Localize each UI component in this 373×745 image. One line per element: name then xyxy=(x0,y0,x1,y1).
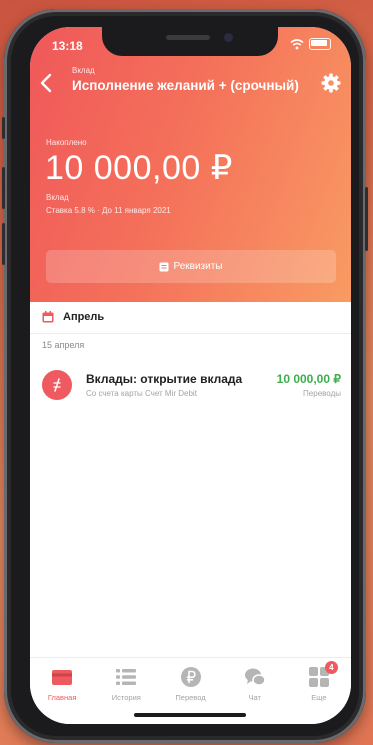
tab-chat-label: Чат xyxy=(248,693,261,702)
transaction-amount: 10 000,00 ₽ xyxy=(276,372,341,386)
card-icon xyxy=(52,670,73,685)
tab-home-label: Главная xyxy=(47,693,77,702)
volume-up-button xyxy=(2,167,5,209)
back-arrow-icon[interactable] xyxy=(36,71,58,95)
transaction-row[interactable]: Вклады: открытие вклада Со счета карты С… xyxy=(30,363,351,409)
tab-home[interactable]: Главная xyxy=(30,658,94,724)
tab-transfer-label: Перевод xyxy=(175,693,206,702)
header-kind: Вклад xyxy=(72,66,95,75)
power-button xyxy=(365,187,368,251)
deposit-label: Вклад xyxy=(46,193,69,202)
month-header: Апрель xyxy=(30,302,351,334)
transaction-subtitle: Со счета карты Счет Mir Debit xyxy=(86,389,197,398)
transfer-icon xyxy=(42,370,72,400)
transaction-category: Переводы xyxy=(303,389,341,398)
requisites-label: Реквизиты xyxy=(173,261,223,272)
deposit-hero: 13:18 Вклад Исполнение желаний + (срочны… xyxy=(30,27,351,302)
deposit-rate: Ставка 5.8 % · До 11 января 2021 xyxy=(46,206,171,215)
tab-history-label: История xyxy=(111,693,141,702)
transaction-title: Вклады: открытие вклада xyxy=(86,372,243,386)
tab-more-label: Еще xyxy=(311,693,327,702)
front-camera xyxy=(224,33,233,42)
accumulated-label: Накоплено xyxy=(46,138,87,147)
wifi-icon xyxy=(290,39,304,50)
battery-icon xyxy=(309,38,331,50)
calendar-icon xyxy=(42,311,54,323)
list-icon xyxy=(116,669,137,685)
volume-down-button xyxy=(2,223,5,265)
phone-screen: 13:18 Вклад Исполнение желаний + (срочны… xyxy=(30,27,351,724)
page-title: Исполнение желаний + (срочный) xyxy=(72,78,299,93)
month-label: Апрель xyxy=(63,311,105,323)
status-icons xyxy=(290,38,331,50)
speaker xyxy=(166,35,210,40)
home-indicator xyxy=(134,713,246,717)
notch xyxy=(102,27,278,56)
requisites-button[interactable]: Реквизиты xyxy=(46,250,336,283)
gear-icon[interactable] xyxy=(321,73,341,93)
mute-switch xyxy=(2,117,5,139)
date-label: 15 апреля xyxy=(42,340,85,350)
status-time: 13:18 xyxy=(52,39,83,53)
ruble-icon xyxy=(180,667,201,687)
chat-icon xyxy=(244,668,266,686)
document-icon xyxy=(159,262,169,271)
tab-more[interactable]: 4 Еще xyxy=(287,658,351,724)
notification-badge: 4 xyxy=(324,661,338,674)
deposit-amount: 10 000,00 ₽ xyxy=(45,149,233,187)
